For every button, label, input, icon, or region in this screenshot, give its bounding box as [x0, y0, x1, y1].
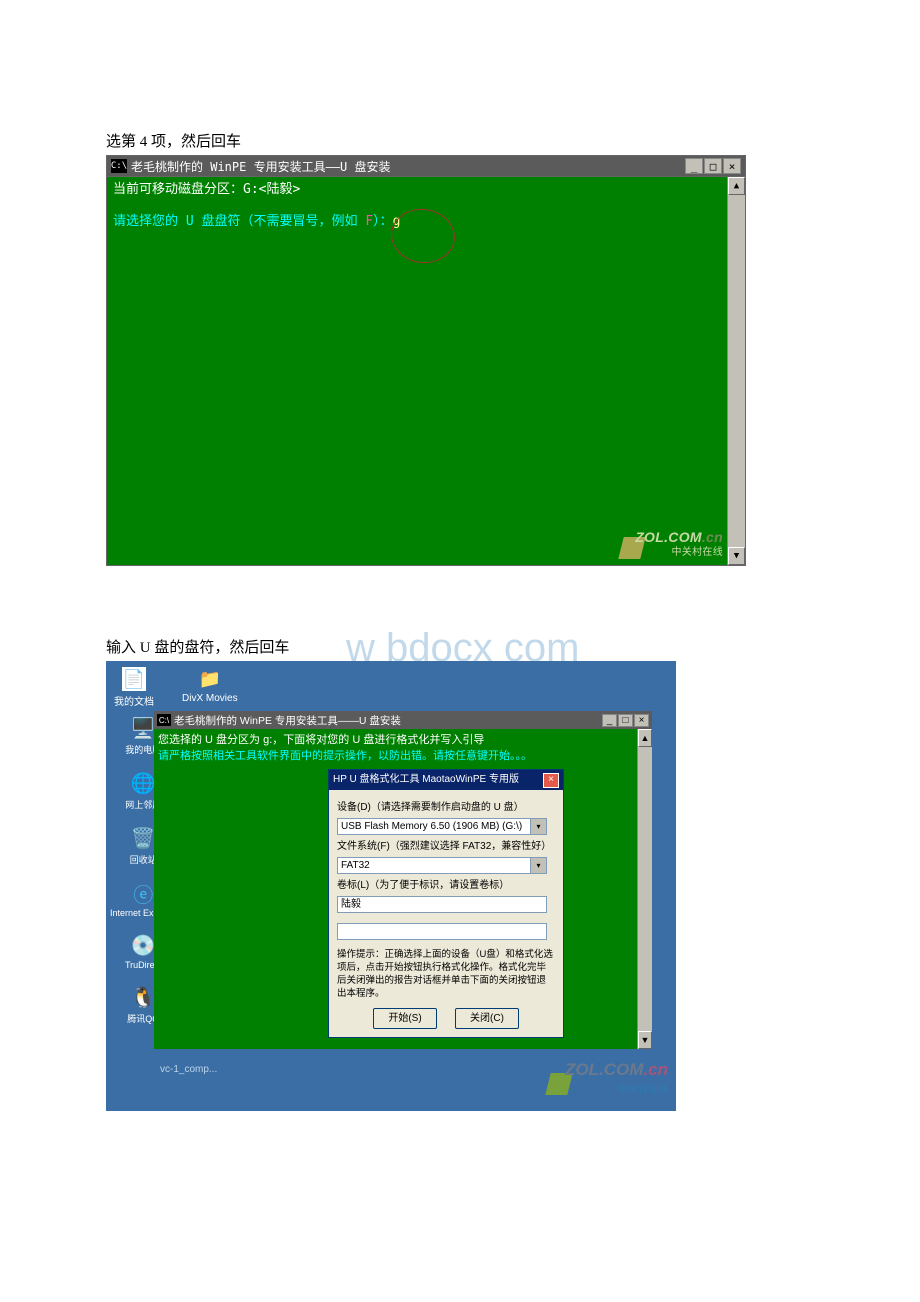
zol-watermark-2: ZOL.COM.cn 中关村在线 [565, 1060, 668, 1097]
volume-label-input[interactable]: 陆毅 [337, 896, 547, 913]
dropdown-icon[interactable]: ▾ [530, 819, 546, 834]
scrollbar-2[interactable]: ▲ ▼ [637, 729, 652, 1049]
dialog-titlebar: HP U 盘格式化工具 MaotaoWinPE 专用版 × [329, 770, 563, 790]
inner-window: C:\ 老毛桃制作的 WinPE 专用安装工具——U 盘安装 _ □ × 您选择… [154, 711, 652, 1049]
screenshot-2: 📄 我的文档 📁 DivX Movies 🖥️ 我的电脑 🌐 网上邻居 🗑️ 回… [106, 661, 676, 1111]
scrollbar-1[interactable]: ▲ ▼ [727, 177, 745, 565]
minimize-button[interactable]: _ [602, 714, 617, 727]
extra-input[interactable] [337, 923, 547, 940]
network-icon: 🌐 [130, 770, 156, 796]
client-area-2: 您选择的 U 盘分区为 g:，下面将对您的 U 盘进行格式化并写入引导 请严格按… [154, 729, 652, 1049]
window-title-1: 老毛桃制作的 WinPE 专用安装工具——U 盘安装 [131, 158, 684, 175]
client-area-1: 当前可移动磁盘分区：G:<陆毅> 请选择您的 U 盘盘符（不需要冒号，例如 F）… [106, 177, 746, 566]
dialog-title: HP U 盘格式化工具 MaotaoWinPE 专用版 [333, 772, 519, 788]
label-volume: 卷标(L)（为了便于标识，请设置卷标） [337, 878, 555, 894]
recycle-icon: 🗑️ [130, 825, 156, 851]
close-button[interactable]: × [634, 714, 649, 727]
caption-1: 选第 4 项，然后回车 [106, 130, 920, 151]
taskbar-item[interactable]: vc-1_comp... [160, 1064, 217, 1075]
label-filesystem: 文件系统(F)（强烈建议选择 FAT32，兼容性好） [337, 839, 555, 855]
terminal-2[interactable]: 您选择的 U 盘分区为 g:，下面将对您的 U 盘进行格式化并写入引导 请严格按… [154, 729, 637, 1049]
term2-line2: 请严格按照相关工具软件界面中的提示操作，以防出错。请按任意键开始。。。 [158, 748, 633, 764]
desktop-icon-divx[interactable]: 📁 DivX Movies [182, 667, 238, 708]
cmd-icon: C:\ [157, 714, 171, 726]
term1-line2: 请选择您的 U 盘盘符（不需要冒号，例如 F）：g [113, 213, 721, 231]
desktop-icon-mydocs[interactable]: 📄 我的文档 [114, 667, 154, 708]
desktop-icons-row: 📄 我的文档 📁 DivX Movies [114, 667, 238, 708]
titlebar-2: C:\ 老毛桃制作的 WinPE 专用安装工具——U 盘安装 _ □ × [154, 711, 652, 729]
dialog-hint: 操作提示：正确选择上面的设备（U盘）和格式化选项后，点击开始按钮执行格式化操作。… [337, 948, 555, 1000]
caption-2: 输入 U 盘的盘符，然后回车 w bdocx com [106, 636, 920, 657]
computer-icon: 🖥️ [130, 715, 156, 741]
screenshot-1: C:\ 老毛桃制作的 WinPE 专用安装工具——U 盘安装 _ □ × 当前可… [106, 155, 746, 566]
divx-icon: 📁 [198, 667, 222, 691]
device-combobox[interactable]: USB Flash Memory 6.50 (1906 MB) (G:\) ▾ [337, 818, 547, 835]
filesystem-combobox[interactable]: FAT32 ▾ [337, 857, 547, 874]
dropdown-icon[interactable]: ▾ [530, 858, 546, 873]
format-dialog: HP U 盘格式化工具 MaotaoWinPE 专用版 × 设备(D)（请选择需… [328, 769, 564, 1038]
document-icon: 📄 [122, 667, 146, 691]
cmd-icon: C:\ [111, 159, 127, 173]
close-button[interactable]: × [723, 158, 741, 174]
dvd-icon: 💿 [130, 932, 156, 958]
scroll-down-icon[interactable]: ▼ [638, 1031, 652, 1049]
dialog-close-button[interactable]: × [543, 773, 559, 788]
zol-watermark-1: ZOL.COM.cn 中关村在线 [635, 531, 723, 559]
qq-icon: 🐧 [130, 984, 156, 1010]
scroll-up-icon[interactable]: ▲ [728, 177, 745, 195]
scroll-down-icon[interactable]: ▼ [728, 547, 745, 565]
titlebar-1: C:\ 老毛桃制作的 WinPE 专用安装工具——U 盘安装 _ □ × [106, 155, 746, 177]
scroll-up-icon[interactable]: ▲ [638, 729, 652, 747]
label-device: 设备(D)（请选择需要制作启动盘的 U 盘） [337, 800, 555, 816]
term2-line1: 您选择的 U 盘分区为 g:，下面将对您的 U 盘进行格式化并写入引导 [158, 732, 633, 748]
terminal-1[interactable]: 当前可移动磁盘分区：G:<陆毅> 请选择您的 U 盘盘符（不需要冒号，例如 F）… [107, 177, 727, 565]
term1-line1: 当前可移动磁盘分区：G:<陆毅> [113, 181, 721, 199]
window-title-2: 老毛桃制作的 WinPE 专用安装工具——U 盘安装 [174, 713, 601, 728]
ie-icon: ⓔ [130, 880, 156, 906]
maximize-button[interactable]: □ [618, 714, 633, 727]
minimize-button[interactable]: _ [685, 158, 703, 174]
maximize-button[interactable]: □ [704, 158, 722, 174]
close-button[interactable]: 关闭(C) [455, 1008, 519, 1029]
start-button[interactable]: 开始(S) [373, 1008, 437, 1029]
